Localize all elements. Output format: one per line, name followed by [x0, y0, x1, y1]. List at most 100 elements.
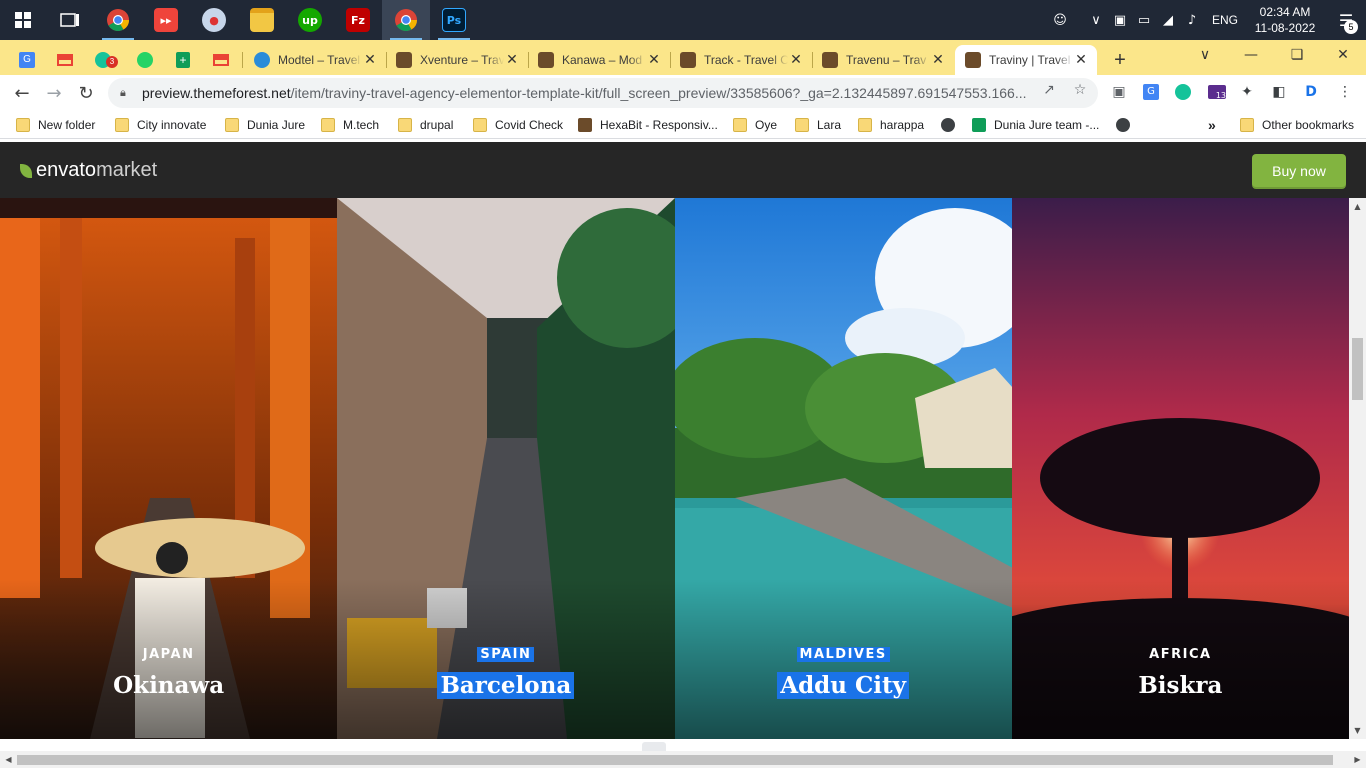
new-tab-button[interactable]: + — [1106, 46, 1134, 74]
scroll-down-icon[interactable]: ▼ — [1349, 722, 1366, 739]
tab-badge: 3 — [106, 56, 118, 68]
tab-kanawa[interactable]: Kanawa – Mod ✕ — [528, 45, 670, 75]
close-tab-icon[interactable]: ✕ — [504, 52, 520, 68]
bookmark-folder[interactable]: M.tech — [321, 115, 379, 135]
close-icon: ✕ — [1337, 47, 1349, 63]
tab-title: Travenu – Trav — [846, 53, 927, 67]
profile-extension-icon[interactable]: D — [1300, 81, 1322, 103]
bookmark-site[interactable]: Dunia Jure team -... — [972, 115, 1099, 135]
destination-city[interactable]: Biskra — [1012, 672, 1349, 699]
pinned-tab-whatsapp[interactable] — [126, 45, 164, 75]
close-tab-icon[interactable]: ✕ — [362, 52, 378, 68]
language-indicator[interactable]: ENG — [1212, 13, 1238, 27]
horizontal-scrollbar[interactable]: ◀ ▶ — [0, 751, 1366, 768]
volume-icon[interactable]: ♪ — [1180, 13, 1204, 28]
minimize-button[interactable]: — — [1228, 40, 1274, 70]
close-tab-icon[interactable]: ✕ — [930, 52, 946, 68]
bookmark-folder[interactable]: City innovate — [115, 115, 206, 135]
address-bar[interactable]: 🔒︎ preview.themeforest.net/item/traviny-… — [108, 78, 1098, 108]
tab-modtel[interactable]: Modtel – Travel ✕ — [244, 45, 386, 75]
bookmark-star-icon[interactable]: ☆ — [1071, 82, 1089, 100]
grammarly-extension-icon[interactable] — [1172, 81, 1194, 103]
destination-card-japan[interactable]: JAPAN Okinawa — [0, 198, 338, 739]
close-tab-icon[interactable]: ✕ — [788, 52, 804, 68]
restore-button[interactable]: ❏ — [1274, 40, 1320, 70]
tab-title: Kanawa – Mod — [562, 53, 643, 67]
battery-icon[interactable]: ▭ — [1132, 13, 1156, 28]
tab-search-button[interactable]: ∨ — [1182, 40, 1228, 70]
start-button[interactable] — [0, 0, 46, 40]
close-tab-icon[interactable]: ✕ — [1073, 52, 1089, 68]
pinned-tab-translate[interactable]: G — [8, 45, 46, 75]
bookmark-folder[interactable]: harappa — [858, 115, 924, 135]
forward-button[interactable]: → — [38, 77, 70, 109]
back-button[interactable]: ← — [6, 77, 38, 109]
url-text[interactable]: preview.themeforest.net/item/traviny-tra… — [142, 85, 1032, 101]
scroll-left-icon[interactable]: ◀ — [0, 751, 17, 768]
destination-card-africa[interactable]: AFRICA Biskra — [1011, 198, 1349, 739]
share-icon[interactable]: ↗ — [1040, 82, 1058, 100]
destination-city[interactable]: Barcelona — [337, 672, 674, 699]
more-bookmarks-button[interactable]: » — [1208, 115, 1216, 135]
graduation-extension-icon[interactable]: 13 — [1206, 81, 1228, 103]
bookmark-folder[interactable]: Oye — [733, 115, 777, 135]
destination-city[interactable]: Okinawa — [0, 672, 337, 699]
network-icon[interactable]: ◢ — [1156, 13, 1180, 28]
other-bookmarks-folder[interactable]: Other bookmarks — [1240, 115, 1354, 135]
tab-traviny[interactable]: Traviny | Travel ✕ — [955, 45, 1097, 75]
chevron-up-icon[interactable]: ∨ — [1084, 13, 1108, 28]
bookmark-site[interactable] — [941, 115, 963, 135]
tab-xventure[interactable]: Xventure – Travel ✕ — [386, 45, 528, 75]
clock[interactable]: 02:34 AM 11-08-2022 — [1244, 4, 1326, 36]
bookmark-site[interactable] — [1116, 115, 1138, 135]
menu-kebab-icon[interactable]: ⋮ — [1334, 81, 1356, 103]
hexabit-icon — [578, 118, 592, 132]
task-view-button[interactable] — [46, 0, 94, 40]
taskbar-chrome[interactable] — [94, 0, 142, 40]
bookmark-folder[interactable]: Covid Check — [473, 115, 563, 135]
pinned-tab-gmail[interactable] — [46, 45, 84, 75]
lock-icon[interactable]: 🔒︎ — [120, 86, 134, 100]
vertical-scrollbar[interactable]: ▲ ▼ — [1349, 198, 1366, 739]
destination-gallery: JAPAN Okinawa SPAIN Barcelona MALDIVES A… — [0, 198, 1349, 739]
pinned-tab-gmail-2[interactable] — [202, 45, 240, 75]
scroll-up-icon[interactable]: ▲ — [1349, 198, 1366, 215]
destination-city[interactable]: Addu City — [675, 672, 1012, 699]
side-panel-icon[interactable]: ◧ — [1268, 81, 1290, 103]
destination-card-maldives[interactable]: MALDIVES Addu City — [674, 198, 1012, 739]
extensions-puzzle-icon[interactable]: ✦ — [1236, 81, 1258, 103]
destination-card-spain[interactable]: SPAIN Barcelona — [337, 198, 675, 739]
tab-separator — [242, 52, 243, 68]
camera-extension-icon[interactable]: ▣ — [1108, 81, 1130, 103]
vertical-scroll-thumb[interactable] — [1352, 338, 1363, 400]
tab-track[interactable]: Track - Travel C ✕ — [670, 45, 812, 75]
action-center-button[interactable]: ☰ 5 — [1326, 0, 1366, 40]
tab-favicon-icon — [538, 52, 554, 68]
taskbar-photoshop[interactable]: Ps — [430, 0, 478, 40]
taskbar-upwork[interactable]: up — [286, 0, 334, 40]
bookmark-site[interactable]: HexaBit - Responsiv... — [578, 115, 718, 135]
taskbar-anydesk[interactable]: ▸▸ — [142, 0, 190, 40]
pinned-tab-grammarly[interactable]: 3 — [84, 45, 122, 75]
people-icon[interactable]: ☺ — [1048, 13, 1072, 28]
reload-button[interactable]: ↻ — [70, 77, 102, 109]
pinned-tab-sheets[interactable]: + — [164, 45, 202, 75]
bookmark-folder[interactable]: New folder — [16, 115, 95, 135]
close-tab-icon[interactable]: ✕ — [646, 52, 662, 68]
taskbar-filezilla[interactable]: Fz — [334, 0, 382, 40]
envato-market-logo[interactable]: envato market — [20, 159, 157, 182]
bookmark-folder[interactable]: drupal — [398, 115, 453, 135]
google-sheets-icon: + — [176, 52, 190, 68]
translate-extension-icon[interactable]: G — [1140, 81, 1162, 103]
buy-now-button[interactable]: Buy now — [1252, 154, 1346, 187]
taskbar-chrome-profile[interactable] — [382, 0, 430, 40]
tab-travenu[interactable]: Travenu – Trav ✕ — [812, 45, 954, 75]
scroll-right-icon[interactable]: ▶ — [1349, 751, 1366, 768]
bookmark-folder[interactable]: Dunia Jure — [225, 115, 305, 135]
close-window-button[interactable]: ✕ — [1320, 40, 1366, 70]
meet-now-icon[interactable]: ▣ — [1108, 13, 1132, 28]
bookmark-folder[interactable]: Lara — [795, 115, 841, 135]
taskbar-file-explorer[interactable] — [238, 0, 286, 40]
horizontal-scroll-thumb[interactable] — [17, 755, 1333, 765]
taskbar-paint[interactable]: ● — [190, 0, 238, 40]
